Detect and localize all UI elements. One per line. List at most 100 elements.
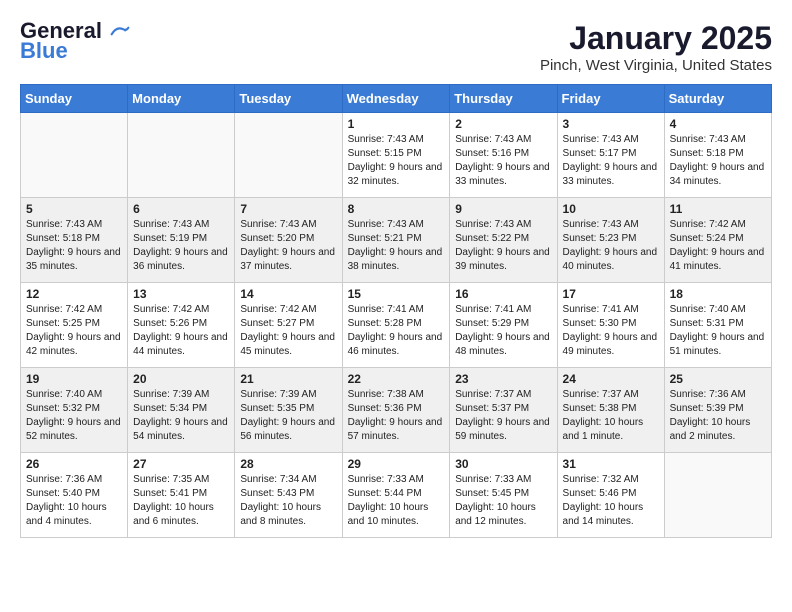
- day-number: 5: [26, 202, 122, 216]
- calendar-cell: 23Sunrise: 7:37 AMSunset: 5:37 PMDayligh…: [450, 368, 557, 453]
- calendar-cell: 26 Sunrise: 7:36 AMSunset: 5:40 PMDayligh…: [21, 453, 128, 538]
- day-info: Sunrise: 7:41 AMSunset: 5:30 PMDaylight:…: [563, 303, 659, 359]
- calendar-cell: 10Sunrise: 7:43 AMSunset: 5:23 PMDayligh…: [557, 198, 664, 283]
- day-info: Sunrise: 7:35 AMSunset: 5:41 PMDaylight:…: [133, 473, 229, 529]
- day-info: Sunrise: 7:32 AMSunset: 5:46 PMDaylight:…: [563, 473, 659, 529]
- page-header: General Blue January 2025 Pinch, West Vi…: [20, 20, 772, 74]
- day-number: 9: [455, 202, 551, 216]
- title-block: January 2025 Pinch, West Virginia, Unite…: [540, 20, 772, 74]
- day-number: 26: [26, 457, 122, 471]
- logo: General Blue: [20, 20, 130, 64]
- calendar-cell: 29 Sunrise: 7:33 AMSunset: 5:44 PMDayligh…: [342, 453, 450, 538]
- calendar-cell: 6 Sunrise: 7:43 AMSunset: 5:19 PMDaylight…: [128, 198, 235, 283]
- calendar-week-row: 12Sunrise: 7:42 AMSunset: 5:25 PMDayligh…: [21, 283, 772, 368]
- calendar-cell: 9 Sunrise: 7:43 AMSunset: 5:22 PMDaylight…: [450, 198, 557, 283]
- day-number: 2: [455, 117, 551, 131]
- weekday-header-saturday: Saturday: [664, 85, 771, 113]
- day-info: Sunrise: 7:42 AMSunset: 5:24 PMDaylight:…: [670, 218, 766, 274]
- day-info: Sunrise: 7:39 AMSunset: 5:34 PMDaylight:…: [133, 388, 229, 444]
- day-info: Sunrise: 7:43 AMSunset: 5:21 PMDaylight:…: [348, 218, 445, 274]
- weekday-header-monday: Monday: [128, 85, 235, 113]
- calendar-week-row: 19 Sunrise: 7:40 AMSunset: 5:32 PMDayligh…: [21, 368, 772, 453]
- day-number: 8: [348, 202, 445, 216]
- day-info: Sunrise: 7:37 AMSunset: 5:38 PMDaylight:…: [563, 388, 659, 444]
- day-number: 4: [670, 117, 766, 131]
- day-number: 31: [563, 457, 659, 471]
- day-number: 22: [348, 372, 445, 386]
- day-info: Sunrise: 7:41 AMSunset: 5:29 PMDaylight:…: [455, 303, 551, 359]
- calendar-cell: 7 Sunrise: 7:43 AMSunset: 5:20 PMDaylight…: [235, 198, 342, 283]
- calendar-cell: 14 Sunrise: 7:42 AMSunset: 5:27 PMDayligh…: [235, 283, 342, 368]
- calendar-cell: 2 Sunrise: 7:43 AMSunset: 5:16 PMDaylight…: [450, 113, 557, 198]
- day-number: 7: [240, 202, 336, 216]
- calendar-cell: 19 Sunrise: 7:40 AMSunset: 5:32 PMDayligh…: [21, 368, 128, 453]
- calendar-cell: 27Sunrise: 7:35 AMSunset: 5:41 PMDayligh…: [128, 453, 235, 538]
- calendar-cell: 25 Sunrise: 7:36 AMSunset: 5:39 PMDayligh…: [664, 368, 771, 453]
- calendar-cell: 20 Sunrise: 7:39 AMSunset: 5:34 PMDayligh…: [128, 368, 235, 453]
- day-info: Sunrise: 7:36 AMSunset: 5:39 PMDaylight:…: [670, 388, 766, 444]
- day-number: 20: [133, 372, 229, 386]
- calendar-cell: 5Sunrise: 7:43 AMSunset: 5:18 PMDaylight…: [21, 198, 128, 283]
- weekday-header-tuesday: Tuesday: [235, 85, 342, 113]
- calendar-cell: 22 Sunrise: 7:38 AMSunset: 5:36 PMDayligh…: [342, 368, 450, 453]
- calendar-cell: 30Sunrise: 7:33 AMSunset: 5:45 PMDayligh…: [450, 453, 557, 538]
- day-info: Sunrise: 7:43 AMSunset: 5:16 PMDaylight:…: [455, 133, 551, 189]
- weekday-header-sunday: Sunday: [21, 85, 128, 113]
- calendar-cell: [21, 113, 128, 198]
- day-info: Sunrise: 7:43 AMSunset: 5:18 PMDaylight:…: [670, 133, 766, 189]
- day-number: 14: [240, 287, 336, 301]
- day-number: 15: [348, 287, 445, 301]
- day-number: 13: [133, 287, 229, 301]
- day-info: Sunrise: 7:43 AMSunset: 5:20 PMDaylight:…: [240, 218, 336, 274]
- calendar-cell: 21 Sunrise: 7:39 AMSunset: 5:35 PMDayligh…: [235, 368, 342, 453]
- day-info: Sunrise: 7:38 AMSunset: 5:36 PMDaylight:…: [348, 388, 445, 444]
- calendar-cell: 17 Sunrise: 7:41 AMSunset: 5:30 PMDayligh…: [557, 283, 664, 368]
- calendar-week-row: 26 Sunrise: 7:36 AMSunset: 5:40 PMDayligh…: [21, 453, 772, 538]
- calendar-cell: 4 Sunrise: 7:43 AMSunset: 5:18 PMDaylight…: [664, 113, 771, 198]
- day-info: Sunrise: 7:43 AMSunset: 5:15 PMDaylight:…: [348, 133, 445, 189]
- day-number: 11: [670, 202, 766, 216]
- day-info: Sunrise: 7:36 AMSunset: 5:40 PMDaylight:…: [26, 473, 122, 529]
- day-info: Sunrise: 7:42 AMSunset: 5:27 PMDaylight:…: [240, 303, 336, 359]
- weekday-header-row: SundayMondayTuesdayWednesdayThursdayFrid…: [21, 85, 772, 113]
- day-number: 21: [240, 372, 336, 386]
- day-info: Sunrise: 7:43 AMSunset: 5:19 PMDaylight:…: [133, 218, 229, 274]
- calendar-cell: [664, 453, 771, 538]
- day-number: 12: [26, 287, 122, 301]
- calendar-week-row: 1 Sunrise: 7:43 AMSunset: 5:15 PMDaylight…: [21, 113, 772, 198]
- calendar-cell: 3 Sunrise: 7:43 AMSunset: 5:17 PMDaylight…: [557, 113, 664, 198]
- day-number: 17: [563, 287, 659, 301]
- day-number: 3: [563, 117, 659, 131]
- day-info: Sunrise: 7:43 AMSunset: 5:22 PMDaylight:…: [455, 218, 551, 274]
- calendar-cell: [128, 113, 235, 198]
- day-number: 29: [348, 457, 445, 471]
- day-info: Sunrise: 7:43 AMSunset: 5:23 PMDaylight:…: [563, 218, 659, 274]
- day-number: 1: [348, 117, 445, 131]
- weekday-header-friday: Friday: [557, 85, 664, 113]
- day-number: 6: [133, 202, 229, 216]
- location: Pinch, West Virginia, United States: [540, 57, 772, 74]
- day-number: 19: [26, 372, 122, 386]
- day-info: Sunrise: 7:39 AMSunset: 5:35 PMDaylight:…: [240, 388, 336, 444]
- day-info: Sunrise: 7:33 AMSunset: 5:44 PMDaylight:…: [348, 473, 445, 529]
- calendar-cell: 28 Sunrise: 7:34 AMSunset: 5:43 PMDayligh…: [235, 453, 342, 538]
- calendar-cell: 24 Sunrise: 7:37 AMSunset: 5:38 PMDayligh…: [557, 368, 664, 453]
- day-number: 30: [455, 457, 551, 471]
- weekday-header-wednesday: Wednesday: [342, 85, 450, 113]
- day-number: 24: [563, 372, 659, 386]
- day-info: Sunrise: 7:40 AMSunset: 5:32 PMDaylight:…: [26, 388, 122, 444]
- day-info: Sunrise: 7:34 AMSunset: 5:43 PMDaylight:…: [240, 473, 336, 529]
- calendar-cell: 11 Sunrise: 7:42 AMSunset: 5:24 PMDayligh…: [664, 198, 771, 283]
- day-number: 25: [670, 372, 766, 386]
- calendar-cell: 12Sunrise: 7:42 AMSunset: 5:25 PMDayligh…: [21, 283, 128, 368]
- day-info: Sunrise: 7:41 AMSunset: 5:28 PMDaylight:…: [348, 303, 445, 359]
- month-title: January 2025: [540, 20, 772, 57]
- day-number: 28: [240, 457, 336, 471]
- weekday-header-thursday: Thursday: [450, 85, 557, 113]
- day-info: Sunrise: 7:42 AMSunset: 5:26 PMDaylight:…: [133, 303, 229, 359]
- calendar-cell: 1 Sunrise: 7:43 AMSunset: 5:15 PMDaylight…: [342, 113, 450, 198]
- day-info: Sunrise: 7:43 AMSunset: 5:17 PMDaylight:…: [563, 133, 659, 189]
- calendar-cell: 8 Sunrise: 7:43 AMSunset: 5:21 PMDaylight…: [342, 198, 450, 283]
- calendar-cell: 18Sunrise: 7:40 AMSunset: 5:31 PMDayligh…: [664, 283, 771, 368]
- day-info: Sunrise: 7:37 AMSunset: 5:37 PMDaylight:…: [455, 388, 551, 444]
